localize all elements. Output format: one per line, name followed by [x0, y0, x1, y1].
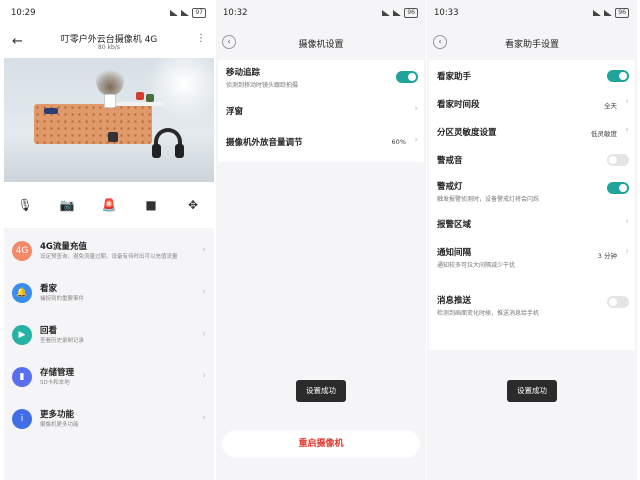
setting-notify-interval[interactable]: 通知间隔 通知较多可拉大间隔减少干扰 3 分钟 ›	[429, 238, 635, 278]
camera-toolbar: 🎙 📷 🚨 ■ ✥	[4, 182, 214, 228]
status-time: 10:33	[434, 8, 459, 18]
status-time: 10:32	[223, 8, 248, 18]
wifi-icon	[604, 10, 613, 16]
page-title: 看家助手设置	[504, 40, 559, 50]
home-assistant-toggle[interactable]	[607, 70, 629, 82]
motion-tracking-toggle[interactable]	[396, 71, 418, 83]
alarm-light-toggle[interactable]	[607, 182, 629, 194]
chevron-right-icon: ›	[625, 125, 629, 135]
chevron-right-icon: ›	[202, 329, 206, 339]
message-push-toggle[interactable]	[607, 296, 629, 308]
playback-icon: ▶	[12, 325, 32, 345]
signal-icon	[170, 10, 179, 16]
status-bar: 10:29 97	[4, 0, 214, 26]
status-bar: 10:32 96	[216, 0, 426, 26]
signal-icon	[593, 10, 602, 16]
chevron-right-icon: ›	[202, 371, 206, 381]
video-record-icon[interactable]: ■	[142, 196, 160, 214]
settings-card: 移动追踪 侦测到移动时镜头跟踪拍摄 浮窗 › 摄像机外放音量调节 60% ›	[218, 60, 424, 162]
menu-item-storage[interactable]: ▮ 存储管理 SD卡和本地 ›	[4, 358, 214, 400]
status-bar: 10:33 96	[427, 0, 637, 26]
microphone-icon[interactable]: 🎙	[16, 196, 34, 214]
battery-icon: 97	[192, 8, 206, 18]
camera-header: ← 叮零户外云台摄像机 4G 80 kb/s ⋮	[4, 26, 214, 58]
setting-message-push: 消息推送 检测到画面变化时候，推送消息给手机	[429, 292, 635, 322]
setting-motion-tracking: 移动追踪 侦测到移动时镜头跟踪拍摄	[218, 60, 424, 96]
chevron-right-icon: ›	[625, 97, 629, 107]
menu-item-4g-recharge[interactable]: 4G 4G流量充值 设定预查询、避免流量过期、设备有待时出可以充值流量 ›	[4, 232, 214, 274]
nav-bar: ‹ 看家助手设置	[427, 26, 637, 60]
menu-item-more[interactable]: i 更多功能 摄像机更多功能 ›	[4, 400, 214, 442]
camera-icon[interactable]: 📷	[58, 196, 76, 214]
bell-icon: 🔔	[12, 283, 32, 303]
ptz-control-icon[interactable]: ✥	[184, 196, 202, 214]
wifi-icon	[393, 10, 402, 16]
alarm-icon[interactable]: 🚨	[100, 196, 118, 214]
chevron-right-icon: ›	[202, 245, 206, 255]
setting-speaker-volume[interactable]: 摄像机外放音量调节 60% ›	[218, 126, 424, 160]
success-toast: 设置成功	[296, 380, 346, 402]
setting-alarm-light: 警戒灯 触发报警侦测时，设备警戒灯将会闪烁	[429, 174, 635, 210]
success-toast: 设置成功	[507, 380, 557, 402]
chevron-right-icon: ›	[414, 135, 418, 145]
chevron-right-icon: ›	[202, 413, 206, 423]
setting-alarm-sound: 警戒音	[429, 148, 635, 174]
chevron-right-icon: ›	[414, 104, 418, 114]
setting-float-window[interactable]: 浮窗 ›	[218, 96, 424, 126]
nav-bar: ‹ 摄像机设置	[216, 26, 426, 60]
info-icon: i	[12, 409, 32, 429]
bitrate-label: 80 kb/s	[98, 44, 120, 51]
storage-icon: ▮	[12, 367, 32, 387]
live-video-feed[interactable]	[4, 58, 214, 182]
battery-icon: 96	[615, 8, 629, 18]
battery-icon: 96	[404, 8, 418, 18]
wifi-icon	[181, 10, 190, 16]
status-time: 10:29	[11, 8, 36, 18]
plant-decoration	[96, 66, 124, 96]
chevron-right-icon: ›	[202, 287, 206, 297]
camera-settings-screen: 10:32 96 ‹ 摄像机设置 移动追踪 侦测到移动时镜头跟踪拍摄 浮窗 › …	[216, 0, 426, 480]
setting-zone-sensitivity[interactable]: 分区灵敏度设置 低灵敏度 ›	[429, 120, 635, 148]
chevron-right-icon: ›	[625, 247, 629, 257]
setting-home-assistant: 看家助手	[429, 60, 635, 90]
chevron-right-icon: ›	[625, 217, 629, 227]
alarm-sound-toggle[interactable]	[607, 154, 629, 166]
home-assistant-settings-screen: 10:33 96 ‹ 看家助手设置 看家助手 看家时间段 全天 › 分区灵敏度设…	[427, 0, 637, 480]
menu-item-playback[interactable]: ▶ 回看 查看历史录制记录 ›	[4, 316, 214, 358]
settings-card: 看家助手 看家时间段 全天 › 分区灵敏度设置 低灵敏度 › 警戒音 警戒灯 触…	[429, 60, 635, 350]
page-title: 摄像机设置	[298, 40, 344, 50]
signal-icon	[382, 10, 391, 16]
setting-watch-period[interactable]: 看家时间段 全天 ›	[429, 90, 635, 120]
menu-item-home-watch[interactable]: 🔔 看家 捕捉到的重要事件 ›	[4, 274, 214, 316]
sim-card-icon: 4G	[12, 241, 32, 261]
restart-camera-button[interactable]: 重启摄像机	[222, 430, 420, 458]
setting-alarm-zone[interactable]: 报警区域 ›	[429, 210, 635, 238]
more-options-icon[interactable]: ⋮	[196, 33, 206, 44]
camera-home-screen: 10:29 97 ← 叮零户外云台摄像机 4G 80 kb/s ⋮ 🎙 📷 🚨 …	[4, 0, 214, 480]
feature-menu: 4G 4G流量充值 设定预查询、避免流量过期、设备有待时出可以充值流量 › 🔔 …	[4, 228, 214, 480]
